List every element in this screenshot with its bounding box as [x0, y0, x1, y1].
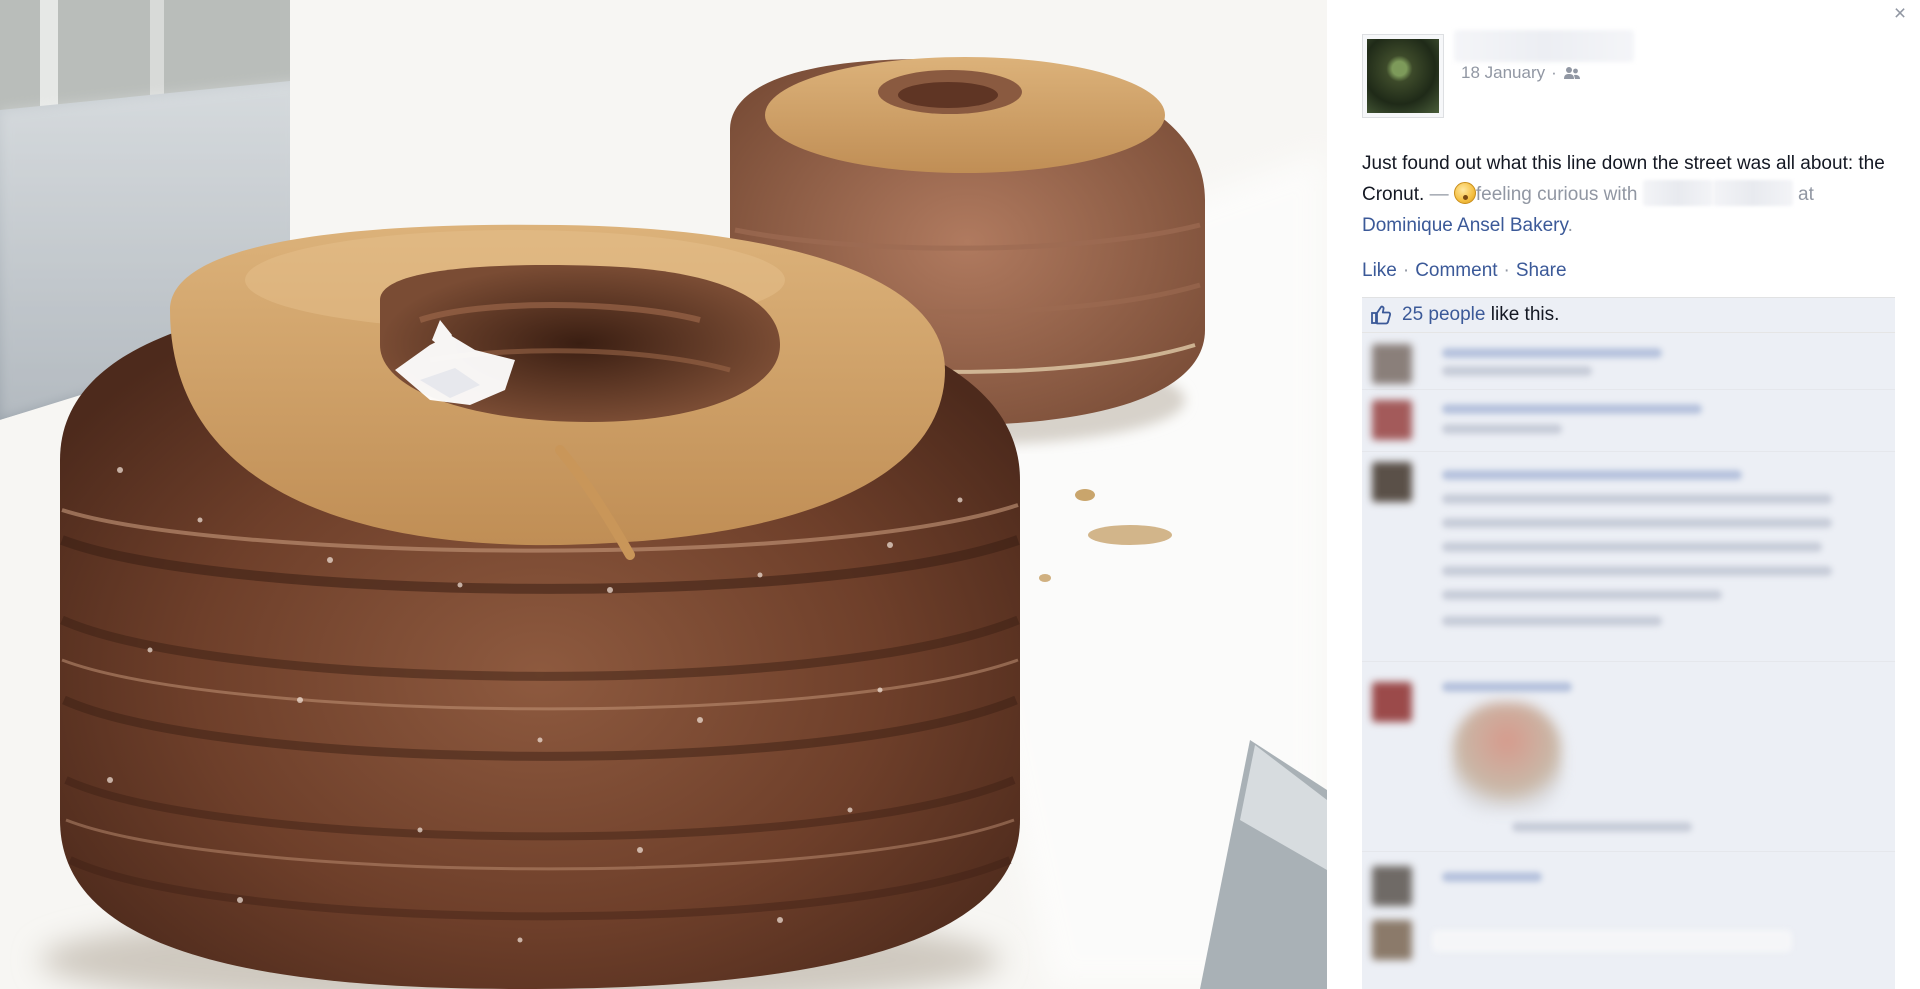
comment-text-redacted: [1512, 822, 1692, 832]
commenter-avatar: [1372, 344, 1412, 384]
action-separator: ·: [1402, 260, 1410, 281]
comment-text-redacted: [1442, 348, 1662, 358]
action-separator: ·: [1503, 260, 1510, 281]
avatar-image: [1367, 39, 1439, 113]
comment-text-redacted: [1442, 682, 1572, 692]
comment-text-redacted: [1442, 424, 1562, 434]
comment-text-redacted: [1442, 366, 1592, 376]
post-side-panel: × 18 January · Just found out what this …: [1327, 0, 1920, 989]
comment-sticker-redacted: [1452, 702, 1562, 812]
commenter-avatar: [1372, 400, 1412, 440]
comment-text-redacted: [1442, 542, 1822, 552]
post-photo[interactable]: [0, 0, 1327, 989]
place-link[interactable]: Dominique Ansel Bakery: [1362, 215, 1568, 236]
author-avatar[interactable]: [1362, 34, 1444, 118]
comment-redacted: [1362, 334, 1895, 390]
comment-text-redacted: [1442, 590, 1722, 600]
friends-icon[interactable]: [1563, 66, 1581, 80]
post-message: Just found out what this line down the s…: [1362, 148, 1892, 241]
comment-text-redacted: [1442, 494, 1832, 504]
comment-redacted: [1362, 662, 1895, 852]
thumbs-up-icon: [1371, 305, 1392, 325]
post-date[interactable]: 18 January: [1461, 63, 1545, 83]
meta-separator: ·: [1551, 63, 1557, 82]
author-name-redacted[interactable]: [1454, 30, 1634, 62]
post-actions: Like · Comment · Share: [1362, 260, 1567, 282]
comment-redacted: [1362, 452, 1895, 662]
likes-count-link[interactable]: 25 people: [1402, 304, 1485, 325]
share-link[interactable]: Share: [1516, 260, 1567, 282]
comment-link[interactable]: Comment: [1415, 260, 1497, 282]
comment-text-redacted: [1442, 518, 1832, 528]
comment-redacted: [1362, 852, 1895, 989]
cronut-photo: [0, 0, 1327, 989]
comment-text-redacted: [1442, 566, 1832, 576]
comment-text-redacted: [1442, 616, 1662, 626]
likes-summary: 25 people like this.: [1362, 298, 1895, 333]
feeling-label: feeling curious: [1475, 184, 1599, 205]
commenter-avatar: [1372, 462, 1412, 502]
comment-redacted: [1362, 390, 1895, 452]
comments-area: 25 people like this.: [1362, 297, 1895, 989]
at-word: at: [1792, 184, 1814, 205]
post-meta: 18 January ·: [1461, 63, 1581, 83]
period: .: [1567, 215, 1573, 236]
comment-text-redacted: [1442, 404, 1702, 414]
comment-text-redacted: [1442, 470, 1742, 480]
close-icon[interactable]: ×: [1888, 2, 1912, 26]
curious-emoji-icon: [1453, 182, 1476, 204]
comment-text-redacted: [1442, 872, 1542, 882]
comment-input-redacted[interactable]: [1432, 930, 1792, 952]
feeling-dash: —: [1424, 184, 1454, 205]
commenter-avatar: [1372, 682, 1412, 722]
tagged-friend-redacted[interactable]: [1642, 180, 1713, 206]
like-link[interactable]: Like: [1362, 260, 1397, 282]
with-word: with: [1598, 184, 1643, 205]
current-user-avatar: [1372, 920, 1412, 960]
commenter-avatar: [1372, 866, 1412, 906]
tagged-friend-redacted-2[interactable]: [1712, 180, 1793, 206]
likes-suffix: like this.: [1485, 304, 1560, 325]
